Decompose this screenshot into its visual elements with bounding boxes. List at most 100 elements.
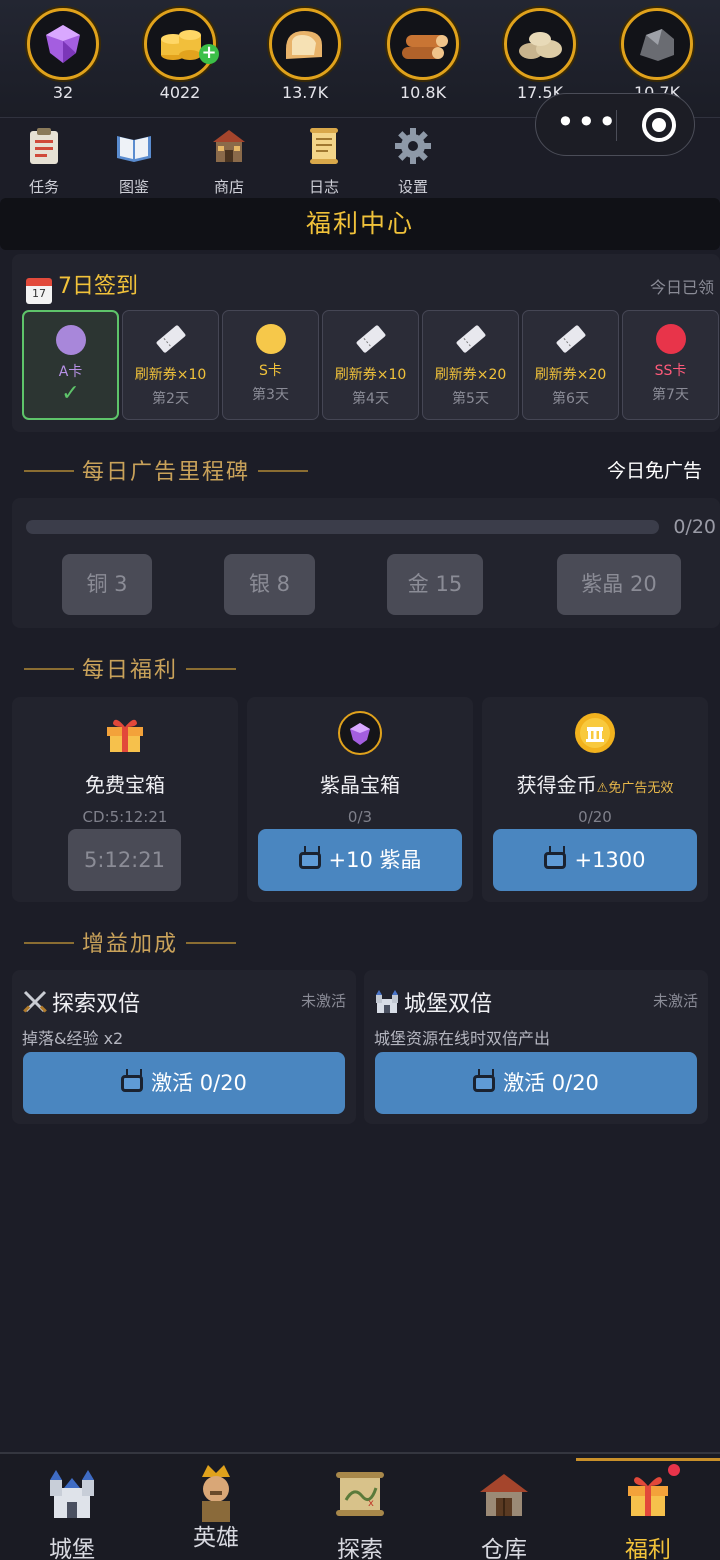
milestone-progress-text: 0/20 (673, 516, 716, 538)
nav-label: 英雄 (193, 1525, 239, 1551)
tool-codex[interactable]: 图鉴 (94, 126, 174, 197)
tool-tasks[interactable]: 任务 (4, 126, 84, 197)
tv-icon (473, 1075, 496, 1092)
day-reward: S卡 (259, 363, 282, 379)
card-title: 获得金币 (516, 773, 597, 797)
coins-value: 4022 (159, 83, 201, 102)
ticket-icon (556, 325, 585, 353)
calendar-icon: 17 (26, 278, 52, 304)
gems-value: 32 (52, 83, 74, 102)
signin-day-7[interactable]: SS卡 第7天 (622, 310, 719, 420)
bread-icon (286, 31, 322, 59)
more-menu-icon[interactable]: ••• (556, 94, 617, 157)
stone-icon (519, 32, 562, 59)
tv-icon (544, 852, 567, 869)
tier-silver[interactable]: 银 8 (224, 554, 315, 615)
boost-name: 城堡双倍 (374, 986, 492, 1018)
daily-header: 每日福利 (16, 652, 244, 684)
gift-icon (107, 719, 143, 752)
castle-icon (376, 990, 398, 1013)
card-name: 免费宝箱 (85, 773, 165, 797)
ticket-icon (156, 325, 185, 353)
resource-coins[interactable]: + 4022 (135, 8, 225, 102)
book-icon (117, 136, 151, 162)
nav-explore[interactable]: x 探索 (288, 1454, 432, 1560)
signin-day-2[interactable]: 刷新券×10 第2天 (122, 310, 219, 420)
button-label: 激活 0/20 (503, 1071, 599, 1095)
top-toolbar: 任务 图鉴 商店 日志 设置 (0, 120, 520, 196)
card-name: 紫晶宝箱 (320, 773, 400, 797)
gem-icon (338, 711, 382, 755)
tool-log[interactable]: 日志 (284, 126, 364, 197)
day-number: 第7天 (652, 387, 689, 403)
resource-stone[interactable]: 17.5K (495, 8, 585, 102)
warehouse-icon (480, 1474, 528, 1516)
shop-icon (213, 130, 245, 162)
amethyst-chest-button[interactable]: +10 紫晶 (258, 829, 462, 891)
resource-ore[interactable]: 10.7K (612, 8, 702, 102)
miniprogram-capsule: ••• (535, 93, 695, 156)
day-reward: SS卡 (654, 363, 687, 379)
day-number: 第5天 (452, 391, 489, 407)
a-card-icon (55, 325, 86, 355)
tool-label: 任务 (28, 178, 59, 196)
tv-icon (121, 1075, 144, 1092)
signin-day-1[interactable]: A卡 ✓ (22, 310, 119, 420)
day-number: 第2天 (152, 391, 189, 407)
nav-label: 福利 (625, 1537, 671, 1560)
ticket-icon (456, 325, 485, 353)
ad-free-link[interactable]: 今日免广告 (607, 456, 702, 483)
page-title: 福利中心 (0, 198, 720, 250)
boost-title-text: 城堡双倍 (404, 992, 493, 1017)
signin-day-4[interactable]: 刷新券×10 第4天 (322, 310, 419, 420)
day-reward: 刷新券×20 (534, 367, 607, 383)
resource-gems[interactable]: 32 (18, 8, 108, 102)
resource-wood[interactable]: 10.8K (378, 8, 468, 102)
tier-gold[interactable]: 金 15 (387, 554, 483, 615)
tool-shop[interactable]: 商店 (189, 126, 269, 197)
tool-label: 图鉴 (118, 178, 149, 196)
signin-day-6[interactable]: 刷新券×20 第6天 (522, 310, 619, 420)
gold-coin-button[interactable]: +1300 (493, 829, 697, 891)
ticket-icon (356, 325, 385, 353)
boost-title: 增益加成 (82, 932, 179, 957)
day-reward: 刷新券×10 (334, 367, 407, 383)
button-label: 激活 0/20 (151, 1071, 247, 1095)
boost-desc: 城堡资源在线时双倍产出 (374, 1029, 551, 1048)
activate-explore-button[interactable]: 激活 0/20 (23, 1052, 345, 1114)
tier-copper[interactable]: 铜 3 (62, 554, 152, 615)
ad-free-warning: ⚠免广告无效 (596, 781, 674, 796)
boost-status: 未激活 (300, 992, 346, 1010)
day-reward: A卡 (58, 364, 83, 380)
boost-header: 增益加成 (16, 926, 244, 958)
signin-day-5[interactable]: 刷新券×20 第5天 (422, 310, 519, 420)
day-reward: 刷新券×10 (134, 367, 207, 383)
day-number: 第4天 (352, 391, 389, 407)
nav-castle[interactable]: 城堡 (0, 1454, 144, 1560)
amethyst-chest-card: 紫晶宝箱 0/3 +10 紫晶 (247, 697, 473, 902)
card-name: 获得金币⚠免广告无效 (482, 769, 708, 798)
bottom-nav: 城堡 英雄 x 探索 仓库 福利 (0, 1452, 720, 1560)
food-value: 13.7K (281, 83, 329, 102)
card-cooldown: CD:5:12:21 (82, 808, 168, 826)
button-label: +10 紫晶 (328, 848, 422, 872)
close-program-icon[interactable] (642, 108, 676, 142)
clipboard-icon (30, 128, 58, 164)
nav-welfare[interactable]: 福利 (576, 1454, 720, 1560)
coin-icon (575, 713, 615, 753)
resource-food[interactable]: 13.7K (260, 8, 350, 102)
nav-label: 仓库 (481, 1537, 527, 1560)
add-coins-icon[interactable]: + (199, 44, 219, 64)
tier-amethyst[interactable]: 紫晶 20 (557, 554, 681, 615)
castle-icon (50, 1470, 94, 1518)
signin-day-3[interactable]: S卡 第3天 (222, 310, 319, 420)
boost-title-text: 探索双倍 (52, 992, 141, 1017)
activate-castle-button[interactable]: 激活 0/20 (375, 1052, 697, 1114)
tv-icon (298, 852, 321, 869)
signin-status: 今日已领 (649, 278, 714, 297)
free-chest-button[interactable]: 5:12:21 (68, 829, 181, 891)
nav-warehouse[interactable]: 仓库 (432, 1454, 576, 1560)
nav-hero[interactable]: 英雄 (144, 1454, 288, 1560)
boost-status: 未激活 (652, 992, 698, 1010)
tool-settings[interactable]: 设置 (373, 126, 453, 197)
